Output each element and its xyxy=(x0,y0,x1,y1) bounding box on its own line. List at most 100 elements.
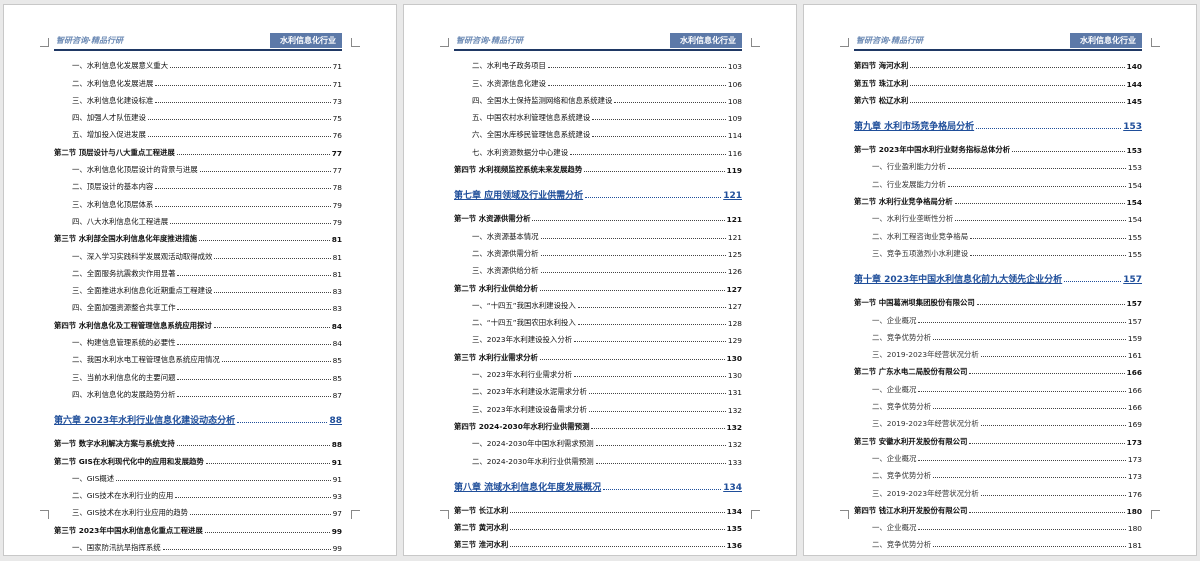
toc-item-link[interactable]: 一、2023年水利行业需求分析 130 xyxy=(454,363,742,380)
toc-item-link[interactable]: 二、顶层设计的基本内容 78 xyxy=(54,175,342,192)
toc-section-link[interactable]: 第二节 黄河水利 135 xyxy=(454,516,742,533)
toc-section-link[interactable]: 第一节 长江水利 134 xyxy=(454,499,742,516)
toc-item-link[interactable]: 四、全国水土保持监测网络和信息系统建设 108 xyxy=(454,89,742,106)
toc-item-link[interactable]: 六、全国水库移民管理信息系统建设 114 xyxy=(454,123,742,140)
toc-item-link[interactable]: 一、水利行业垄断性分析 154 xyxy=(854,207,1142,224)
toc-section-link[interactable]: 第四节 2024-2030年水利行业供需预测 132 xyxy=(454,415,742,432)
toc-item-link[interactable]: 三、竞争五项激烈小水利建设 155 xyxy=(854,242,1142,259)
toc-section-link[interactable]: 第三节 淮河水利 136 xyxy=(454,533,742,550)
toc-item-link[interactable]: 二、水利电子政务项目 103 xyxy=(454,54,742,71)
toc-item-link[interactable]: 三、2019-2023年经营状况分析 169 xyxy=(854,412,1142,429)
toc-entry-title: 四、加强人才队伍建设 xyxy=(72,113,146,123)
toc-item-link[interactable]: 三、GIS技术在水利行业应用的趋势 97 xyxy=(54,501,342,518)
toc-page-number: 79 xyxy=(332,200,342,210)
toc-item-link[interactable]: 三、2019-2023年经营状况分析 161 xyxy=(854,343,1142,360)
dot-leader xyxy=(170,67,331,69)
toc-item-link[interactable]: 一、2024-2030年中国水利需求预测 132 xyxy=(454,432,742,449)
toc-entry-title: 一、水利行业垄断性分析 xyxy=(872,214,954,224)
toc-item-link[interactable]: 五、增加投入促进发展 76 xyxy=(54,123,342,140)
toc-item-link[interactable]: 二、水利工程咨询业竞争格局 155 xyxy=(854,224,1142,242)
toc-page-number: 103 xyxy=(727,62,742,72)
toc-item-link[interactable]: 一、“十四五”我国水利建设投入 127 xyxy=(454,294,742,311)
toc-section-link[interactable]: 第二节 水利行业供给分析 127 xyxy=(454,276,742,294)
toc-section-link[interactable]: 第二节 水利行业竞争格局分析 154 xyxy=(854,190,1142,207)
toc-item-link[interactable]: 二、全面服务抗震救灾作用显著 81 xyxy=(54,262,342,279)
toc-item-link[interactable]: 四、全面加强资源整合共享工作 83 xyxy=(54,296,342,313)
toc-item-link[interactable]: 二、2023年水利建设水泥需求分析 131 xyxy=(454,380,742,397)
toc-chapter-link[interactable]: 第九章 水利市场竞争格局分析 153 xyxy=(854,112,1142,132)
toc-item-link[interactable]: 三、水资源信息化建设 106 xyxy=(454,71,742,89)
toc-section-link[interactable]: 第三节 水利行业需求分析 130 xyxy=(454,345,742,363)
toc-page-number: 106 xyxy=(727,79,742,89)
toc-page-number: 119 xyxy=(726,166,742,176)
toc-entry-title: 五、中国农村水利管理信息系统建设 xyxy=(472,113,591,123)
toc-item-link[interactable]: 二、竞争优势分析 166 xyxy=(854,395,1142,412)
toc-item-link[interactable]: 一、水利信息化顶层设计的背景与进展 77 xyxy=(54,158,342,175)
toc-item-link[interactable]: 二、竞争优势分析 181 xyxy=(854,533,1142,550)
toc-item-link[interactable]: 一、企业概况 173 xyxy=(854,447,1142,464)
toc-item-link[interactable]: 三、水利信息化顶层体系 79 xyxy=(54,192,342,210)
dot-leader xyxy=(592,136,726,138)
toc-section-link[interactable]: 第二节 广东水电二局股份有限公司 166 xyxy=(854,360,1142,377)
toc-item-link[interactable]: 二、水资源供需分析 125 xyxy=(454,242,742,259)
toc-entry-title: 一、2024-2030年中国水利需求预测 xyxy=(472,439,594,449)
toc-item-link[interactable]: 一、企业概况 157 xyxy=(854,308,1142,326)
toc-item-link[interactable]: 二、“十四五”我国农田水利投入 128 xyxy=(454,311,742,328)
toc-item-link[interactable]: 七、水利资源数据分中心建设 116 xyxy=(454,140,742,158)
toc-entry-title: 四、全国水土保持监测网络和信息系统建设 xyxy=(472,95,613,105)
toc-section-link[interactable]: 第一节 数字水利解决方案与系统支持 88 xyxy=(54,432,342,449)
toc-item-link[interactable]: 一、企业概况 166 xyxy=(854,377,1142,395)
toc-item-link[interactable]: 一、国家防汛抗旱指挥系统 99 xyxy=(54,536,342,553)
toc-item-link[interactable]: 五、中国农村水利管理信息系统建设 109 xyxy=(454,106,742,123)
toc-item-link[interactable]: 三、当前水利信息化的主要问题 85 xyxy=(54,365,342,383)
toc-item-link[interactable]: 一、企业概况 180 xyxy=(854,516,1142,533)
toc-item-link[interactable]: 二、我国水利水电工程管理信息系统应用情况 85 xyxy=(54,348,342,365)
toc-section-link[interactable]: 第一节 中国葛洲坝集团股份有限公司 157 xyxy=(854,291,1142,308)
toc-section-link[interactable]: 第四节 水利信息化及工程管理信息系统应用探讨 84 xyxy=(54,313,342,331)
toc-item-link[interactable]: 二、2024-2030年水利行业供需预测 133 xyxy=(454,449,742,467)
toc-item-link[interactable]: 一、水利信息化发展意义重大 71 xyxy=(54,54,342,71)
toc-item-link[interactable]: 四、加强人才队伍建设 75 xyxy=(54,106,342,123)
toc-section-link[interactable]: 第二节 GIS在水利现代化中的应用和发展趋势 91 xyxy=(54,449,342,467)
toc-item-link[interactable]: 三、全面推进水利信息化近期重点工程建设 83 xyxy=(54,279,342,296)
toc-page-number: 169 xyxy=(1127,420,1142,430)
toc-item-link[interactable]: 四、水利信息化的发展趋势分析 87 xyxy=(54,383,342,400)
toc-section-link[interactable]: 第四节 水利视频监控系统未来发展趋势 119 xyxy=(454,158,742,175)
toc-page-number: 166 xyxy=(1127,385,1142,395)
toc-chapter-link[interactable]: 第六章 2023年水利行业信息化建设动态分析 88 xyxy=(54,406,342,426)
toc-section-link[interactable]: 第四节 海河水利 140 xyxy=(854,54,1142,71)
toc-item-link[interactable]: 一、GIS概述 91 xyxy=(54,467,342,484)
dot-leader xyxy=(510,546,725,548)
toc-item-link[interactable]: 三、水利信息化建设标准 73 xyxy=(54,89,342,106)
dot-leader xyxy=(510,511,725,513)
toc-section-link[interactable]: 第六节 松辽水利 145 xyxy=(854,89,1142,106)
toc-section-link[interactable]: 第一节 水资源供需分析 121 xyxy=(454,207,742,224)
toc-item-link[interactable]: 三、2023年水利建设设备需求分析 132 xyxy=(454,397,742,415)
toc-chapter-link[interactable]: 第八章 流域水利信息化年度发展概况 134 xyxy=(454,473,742,493)
toc-page-number: 180 xyxy=(1127,524,1142,534)
toc-item-link[interactable]: 三、2023年水利建设投入分析 129 xyxy=(454,328,742,345)
toc-entry-title: 二、2023年水利建设水泥需求分析 xyxy=(472,387,587,397)
toc-section-link[interactable]: 第五节 珠江水利 144 xyxy=(854,71,1142,89)
toc-section-link[interactable]: 第三节 2023年中国水利信息化重点工程进展 99 xyxy=(54,518,342,536)
toc-item-link[interactable]: 四、八大水利信息化工程进展 79 xyxy=(54,210,342,227)
toc-item-link[interactable]: 三、水资源供给分析 126 xyxy=(454,259,742,276)
toc-item-link[interactable]: 二、行业发展能力分析 154 xyxy=(854,172,1142,190)
toc-item-link[interactable]: 一、深入学习实践科学发展观活动取得成效 81 xyxy=(54,244,342,262)
toc-section-link[interactable]: 第三节 安徽水利开发股份有限公司 173 xyxy=(854,429,1142,447)
toc-section-link[interactable]: 第四节 钱江水利开发股份有限公司 180 xyxy=(854,499,1142,516)
toc-section-link[interactable]: 第三节 水利部全国水利信息化年度推进措施 81 xyxy=(54,227,342,244)
toc-page-number: 84 xyxy=(332,339,342,349)
toc-item-link[interactable]: 一、构建信息管理系统的必要性 84 xyxy=(54,331,342,348)
toc-item-link[interactable]: 一、行业盈利能力分析 153 xyxy=(854,155,1142,172)
toc-section-link[interactable]: 第二节 顶层设计与八大重点工程进展 77 xyxy=(54,140,342,158)
toc-chapter-link[interactable]: 第七章 应用领域及行业供需分析 121 xyxy=(454,181,742,201)
toc-item-link[interactable]: 三、2019-2023年经营状况分析 176 xyxy=(854,481,1142,499)
toc-item-link[interactable]: 二、水利信息化发展进展 71 xyxy=(54,71,342,89)
toc-item-link[interactable]: 一、水资源基本情况 121 xyxy=(454,224,742,242)
toc-item-link[interactable]: 二、竞争优势分析 173 xyxy=(854,464,1142,481)
toc-section-link[interactable]: 第一节 2023年中国水利行业财务指标总体分析 153 xyxy=(854,138,1142,155)
toc-chapter-link[interactable]: 第十章 2023年中国水利信息化前九大领先企业分析 157 xyxy=(854,265,1142,285)
toc-item-link[interactable]: 二、竞争优势分析 159 xyxy=(854,326,1142,343)
toc-item-link[interactable]: 二、GIS技术在水利行业的应用 93 xyxy=(54,484,342,501)
